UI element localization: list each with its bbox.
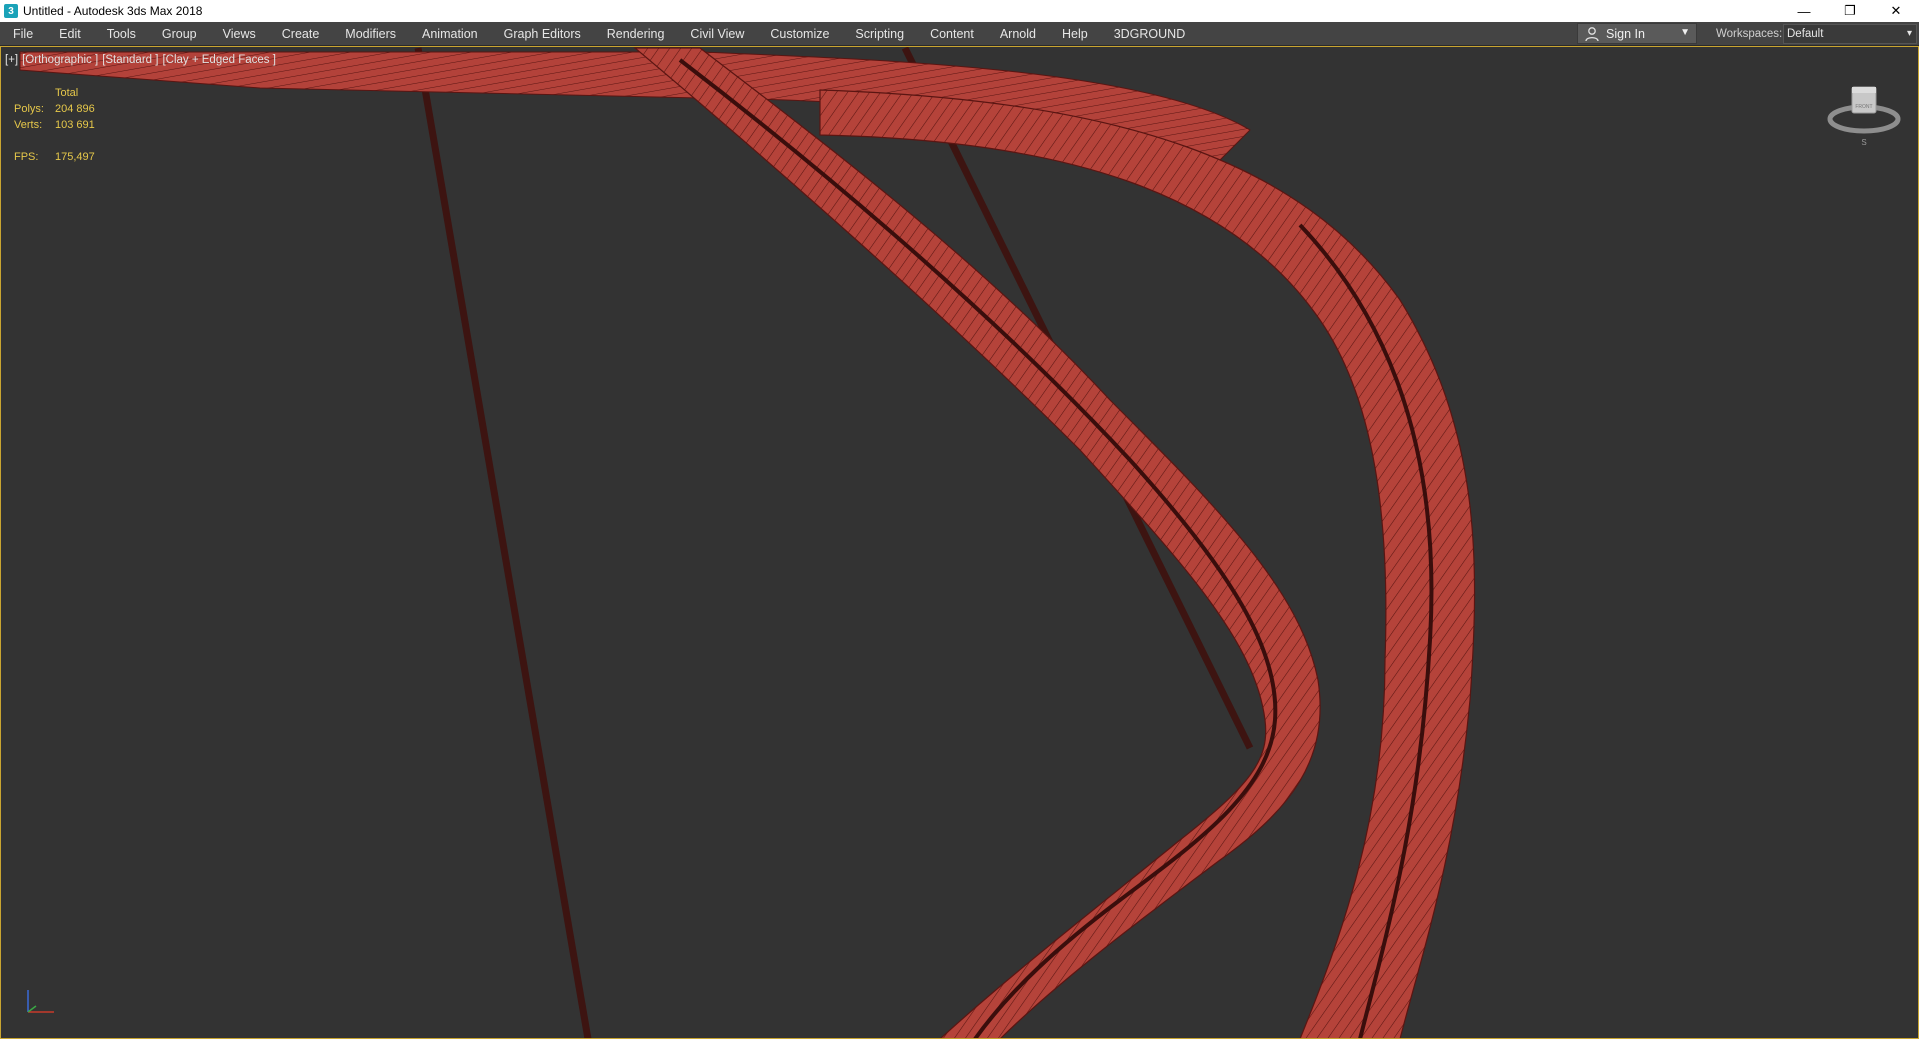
chevron-down-icon: ▾ xyxy=(1906,28,1912,39)
menu-tools[interactable]: Tools xyxy=(94,22,149,46)
menu-help[interactable]: Help xyxy=(1049,22,1101,46)
workspaces-label: Workspaces: xyxy=(1716,28,1783,40)
workspaces-value: Default xyxy=(1787,28,1824,40)
menu-edit[interactable]: Edit xyxy=(46,22,94,46)
menu-views[interactable]: Views xyxy=(210,22,269,46)
minimize-button[interactable]: — xyxy=(1781,0,1827,22)
window-title: Untitled - Autodesk 3ds Max 2018 xyxy=(23,4,203,18)
polys-label: Polys: xyxy=(14,103,44,115)
chevron-down-icon: ▼ xyxy=(1680,27,1690,38)
user-icon xyxy=(1585,26,1599,41)
viewcube-navigation[interactable]: FRONT S xyxy=(1826,82,1902,146)
menu-animation[interactable]: Animation xyxy=(409,22,491,46)
viewport-pov-menu[interactable]: [Orthographic ] xyxy=(22,54,98,66)
menu-3dground[interactable]: 3DGROUND xyxy=(1101,22,1199,46)
menu-arnold[interactable]: Arnold xyxy=(987,22,1049,46)
menu-rendering[interactable]: Rendering xyxy=(594,22,678,46)
menu-graph-editors[interactable]: Graph Editors xyxy=(491,22,594,46)
menu-group[interactable]: Group xyxy=(149,22,210,46)
fps-value: 175,497 xyxy=(55,151,95,163)
menu-scripting[interactable]: Scripting xyxy=(842,22,917,46)
viewport-plus-menu[interactable]: [+] xyxy=(5,54,18,66)
menu-modifiers[interactable]: Modifiers xyxy=(332,22,409,46)
close-button[interactable]: ✕ xyxy=(1873,0,1919,22)
viewport-statistics: Total Polys: 204 896 Verts: 103 691 FPS: 17… xyxy=(14,85,95,165)
sign-in-dropdown[interactable]: Sign In ▼ xyxy=(1577,23,1697,44)
stats-total-header: Total xyxy=(55,87,79,99)
menu-content[interactable]: Content xyxy=(917,22,987,46)
viewport-display-mode-menu[interactable]: [Clay + Edged Faces ] xyxy=(162,54,275,66)
title-bar: 3 Untitled - Autodesk 3ds Max 2018 — ❐ ✕ xyxy=(0,0,1919,22)
menu-file[interactable]: File xyxy=(0,22,46,46)
viewport-label-menu: [+] [Orthographic ] [Standard ] [Clay + … xyxy=(5,54,280,66)
viewcube-face-label: FRONT xyxy=(1855,104,1872,110)
verts-label: Verts: xyxy=(14,119,43,131)
rod-left xyxy=(414,47,592,1039)
verts-value: 103 691 xyxy=(55,119,95,131)
restore-button[interactable]: ❐ xyxy=(1827,0,1873,22)
menu-create[interactable]: Create xyxy=(269,22,333,46)
menu-customize[interactable]: Customize xyxy=(757,22,842,46)
workspaces-select[interactable]: Default ▾ xyxy=(1783,24,1917,44)
axis-tripod-icon xyxy=(27,990,54,1013)
compass-south-label: S xyxy=(1861,138,1866,146)
polys-value: 204 896 xyxy=(55,103,95,115)
scene-geometry xyxy=(19,46,1476,1039)
menu-civil-view[interactable]: Civil View xyxy=(677,22,757,46)
perspective-viewport[interactable] xyxy=(0,46,1919,1039)
viewport-shading-preset-menu[interactable]: [Standard ] xyxy=(102,54,158,66)
3ds-max-app-icon[interactable]: 3 xyxy=(4,4,18,18)
sign-in-label: Sign In xyxy=(1606,26,1645,41)
fps-label: FPS: xyxy=(14,151,39,163)
